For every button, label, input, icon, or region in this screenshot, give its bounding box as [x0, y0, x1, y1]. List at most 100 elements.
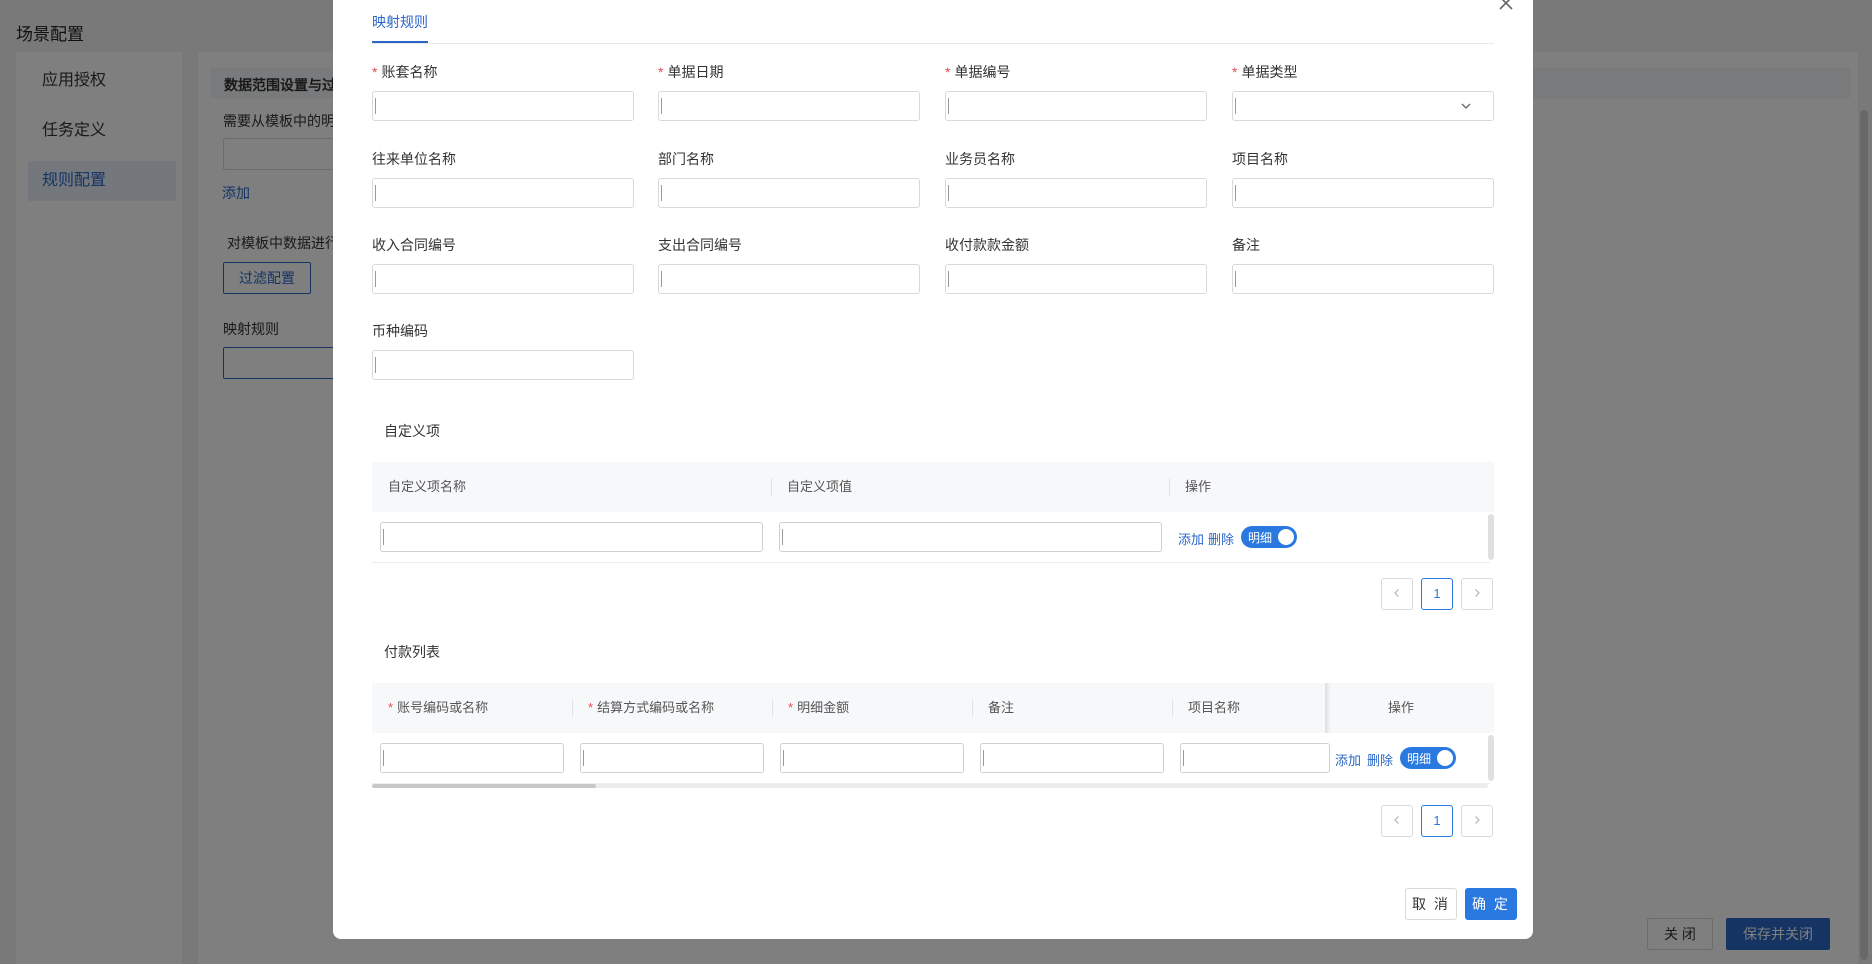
text-caret — [948, 98, 949, 114]
table-vertical-scrollbar[interactable] — [1488, 514, 1494, 560]
column-header-remark: 备注 — [988, 700, 1015, 715]
text-caret — [1235, 98, 1236, 114]
custom-value-input[interactable] — [779, 522, 1162, 552]
horizontal-scroll-thumb[interactable] — [372, 784, 596, 788]
field-label-doc-date: * 单据日期 — [658, 62, 723, 82]
remark-cell-input[interactable] — [980, 743, 1164, 773]
next-page-button[interactable] — [1461, 805, 1493, 837]
text-caret — [661, 185, 662, 201]
text-caret — [375, 98, 376, 114]
department-input[interactable] — [658, 178, 920, 208]
text-caret — [783, 750, 784, 766]
salesperson-input[interactable] — [945, 178, 1207, 208]
settlement-input[interactable] — [580, 743, 764, 773]
toggle-label: 明细 — [1248, 531, 1273, 545]
column-header-custom-name: 自定义项名称 — [388, 479, 467, 494]
field-label-department: 部门名称 — [658, 151, 714, 167]
field-label-expense-contract: 支出合同编号 — [658, 237, 742, 253]
chevron-right-icon — [1475, 589, 1480, 597]
add-row-link[interactable]: 添加 — [1178, 529, 1204, 548]
add-row-link[interactable]: 添加 — [1335, 750, 1361, 769]
table-row: 添加 删除 明细 — [372, 733, 1490, 784]
chevron-right-icon — [1475, 816, 1480, 824]
field-label-remark: 备注 — [1232, 237, 1260, 253]
text-caret — [782, 529, 783, 545]
text-caret — [661, 98, 662, 114]
tab-mapping-rule[interactable]: 映射规则 — [372, 12, 428, 32]
chevron-left-icon — [1394, 816, 1399, 824]
income-contract-input[interactable] — [372, 264, 634, 294]
remark-input[interactable] — [1232, 264, 1494, 294]
chevron-down-icon — [1461, 103, 1471, 109]
field-label-counterparty: 往来单位名称 — [372, 151, 456, 167]
tab-divider — [372, 43, 1494, 44]
toggle-knob — [1437, 750, 1453, 766]
column-header-text: 账号编码或名称 — [397, 700, 489, 715]
text-caret — [375, 271, 376, 287]
text-caret — [1235, 271, 1236, 287]
text-caret — [383, 750, 384, 766]
custom-items-header: 自定义项名称 自定义项值 操作 — [372, 462, 1494, 512]
field-label-text: 单据编号 — [954, 64, 1011, 80]
account-set-input[interactable] — [372, 91, 634, 121]
custom-name-input[interactable] — [380, 522, 763, 552]
doc-type-select[interactable] — [1232, 91, 1494, 121]
chevron-left-icon — [1394, 589, 1399, 597]
currency-input[interactable] — [372, 350, 634, 380]
account-input[interactable] — [380, 743, 564, 773]
page-number-button[interactable]: 1 — [1421, 805, 1453, 837]
required-mark: * — [788, 700, 794, 715]
text-caret — [1235, 185, 1236, 201]
field-label-text: 单据日期 — [667, 64, 724, 80]
field-label-text: 单据类型 — [1241, 64, 1298, 80]
field-label-project: 项目名称 — [1232, 151, 1288, 167]
text-caret — [948, 185, 949, 201]
cancel-button[interactable]: 取 消 — [1405, 888, 1457, 920]
delete-row-link[interactable]: 删除 — [1367, 750, 1393, 769]
doc-number-input[interactable] — [945, 91, 1207, 121]
next-page-button[interactable] — [1461, 578, 1493, 610]
column-header-settlement: * 结算方式编码或名称 — [572, 683, 772, 733]
expense-contract-input[interactable] — [658, 264, 920, 294]
field-label-salesperson: 业务员名称 — [945, 151, 1015, 167]
custom-items-title: 自定义项 — [384, 423, 440, 439]
required-mark: * — [372, 64, 378, 80]
detail-toggle[interactable]: 明细 — [1400, 747, 1456, 769]
text-caret — [375, 357, 376, 373]
field-label-doc-type: * 单据类型 — [1232, 62, 1297, 82]
counterparty-input[interactable] — [372, 178, 634, 208]
prev-page-button[interactable] — [1381, 805, 1413, 837]
field-label-payment-amount: 收付款款金额 — [945, 237, 1029, 253]
column-header-text: 结算方式编码或名称 — [597, 700, 715, 715]
project-cell-input[interactable] — [1180, 743, 1330, 773]
field-label-doc-number: * 单据编号 — [945, 62, 1010, 82]
project-input[interactable] — [1232, 178, 1494, 208]
payment-amount-input[interactable] — [945, 264, 1207, 294]
ok-button[interactable]: 确 定 — [1465, 888, 1517, 920]
text-caret — [1183, 750, 1184, 766]
table-vertical-scrollbar[interactable] — [1488, 735, 1494, 781]
column-header-text: 明细金额 — [797, 700, 850, 715]
required-mark: * — [588, 700, 594, 715]
text-caret — [983, 750, 984, 766]
text-caret — [383, 529, 384, 545]
text-caret — [948, 271, 949, 287]
payment-list-title: 付款列表 — [384, 644, 440, 660]
required-mark: * — [388, 700, 394, 715]
field-label-text: 账套名称 — [381, 64, 438, 80]
prev-page-button[interactable] — [1381, 578, 1413, 610]
field-label-account-set: * 账套名称 — [372, 62, 437, 82]
toggle-knob — [1278, 529, 1294, 545]
column-header-account: * 账号编码或名称 — [372, 683, 572, 733]
text-caret — [583, 750, 584, 766]
close-icon[interactable] — [1497, 0, 1515, 12]
detail-toggle[interactable]: 明细 — [1241, 526, 1297, 548]
column-header-custom-value: 自定义项值 — [787, 479, 853, 494]
page-number-button[interactable]: 1 — [1421, 578, 1453, 610]
doc-date-input[interactable] — [658, 91, 920, 121]
detail-amount-input[interactable] — [780, 743, 964, 773]
toggle-label: 明细 — [1407, 752, 1432, 766]
delete-row-link[interactable]: 删除 — [1208, 529, 1234, 548]
text-caret — [375, 185, 376, 201]
field-label-income-contract: 收入合同编号 — [372, 237, 456, 253]
